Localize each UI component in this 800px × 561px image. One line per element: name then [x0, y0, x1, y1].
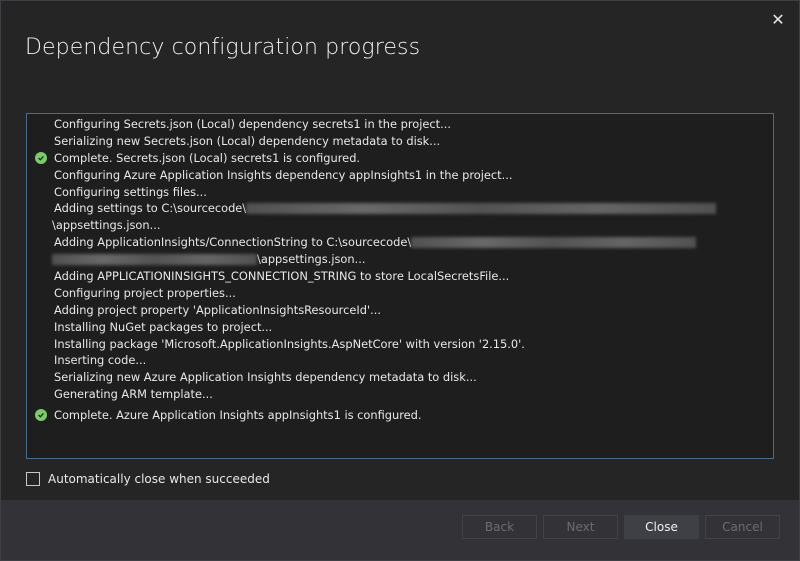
next-button[interactable]: Next	[543, 515, 618, 539]
log-line: Adding settings to C:\sourcecode\	[27, 200, 773, 217]
redacted-path	[52, 254, 257, 266]
close-icon[interactable]: ✕	[769, 11, 787, 29]
log-line: \appsettings.json...	[27, 251, 773, 268]
log-line: Installing package 'Microsoft.Applicatio…	[54, 336, 525, 351]
progress-log[interactable]: Configuring Secrets.json (Local) depende…	[26, 113, 774, 459]
log-line: Serializing new Secrets.json (Local) dep…	[54, 133, 441, 148]
log-line: Serializing new Azure Application Insigh…	[54, 370, 477, 385]
auto-close-checkbox[interactable]	[26, 472, 40, 486]
dependency-progress-dialog: ✕ Dependency configuration progress Conf…	[0, 0, 800, 561]
auto-close-option[interactable]: Automatically close when succeeded	[26, 472, 270, 486]
log-line: Configuring project properties...	[54, 285, 236, 300]
log-line-complete: Complete. Secrets.json (Local) secrets1 …	[27, 150, 773, 167]
log-line: Generating ARM template...	[54, 387, 213, 402]
auto-close-label: Automatically close when succeeded	[48, 472, 270, 486]
redacted-path	[411, 237, 697, 249]
success-check-icon	[35, 151, 47, 164]
log-line: Adding project property 'ApplicationInsi…	[54, 302, 381, 317]
log-line: Configuring Secrets.json (Local) depende…	[54, 117, 451, 131]
log-line: Inserting code...	[54, 353, 147, 368]
log-line: Adding APPLICATIONINSIGHTS_CONNECTION_ST…	[54, 269, 510, 284]
success-check-icon	[35, 409, 47, 422]
close-button[interactable]: Close	[624, 515, 699, 539]
log-line-complete: Complete. Azure Application Insights app…	[27, 407, 773, 424]
log-line: Configuring Azure Application Insights d…	[54, 167, 513, 182]
redacted-path	[246, 203, 717, 215]
log-line: \appsettings.json...	[52, 218, 161, 233]
dialog-title: Dependency configuration progress	[25, 35, 421, 60]
log-line: Configuring settings files...	[54, 184, 207, 199]
log-line: Installing NuGet packages to project...	[54, 319, 273, 334]
back-button[interactable]: Back	[462, 515, 537, 539]
log-line: Adding ApplicationInsights/ConnectionStr…	[27, 234, 773, 251]
dialog-footer: Back Next Close Cancel	[1, 500, 799, 560]
cancel-button[interactable]: Cancel	[705, 515, 780, 539]
